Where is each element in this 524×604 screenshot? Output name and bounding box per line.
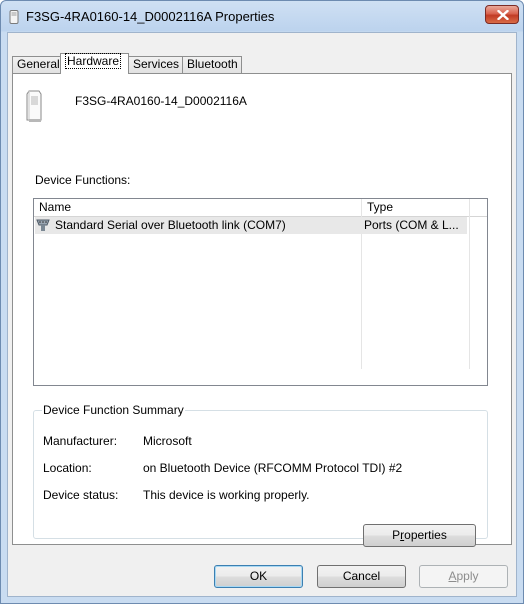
manufacturer-label: Manufacturer:	[43, 434, 118, 448]
row-type: Ports (COM & L...	[364, 218, 459, 232]
properties-text-post: operties	[404, 528, 447, 542]
cancel-button[interactable]: Cancel	[317, 565, 406, 588]
apply-button[interactable]: Apply	[419, 565, 508, 588]
bluetooth-device-icon	[8, 10, 20, 24]
tab-general[interactable]: General	[12, 56, 61, 73]
table-row[interactable]: Standard Serial over Bluetooth link (COM…	[35, 217, 467, 234]
serial-port-icon	[35, 217, 51, 236]
device-name: F3SG-4RA0160-14_D0002116A	[75, 94, 247, 108]
column-header-name[interactable]: Name	[34, 199, 361, 216]
location-label: Location:	[43, 461, 92, 475]
properties-button[interactable]: Properties	[363, 524, 476, 547]
device-function-summary: Device Function Summary Manufacturer: Mi…	[33, 403, 488, 547]
list-header: Name Type	[34, 199, 487, 217]
tab-bluetooth[interactable]: Bluetooth	[182, 56, 242, 73]
apply-text: pply	[456, 569, 479, 583]
device-status-label: Device status:	[43, 488, 119, 502]
device-icon	[25, 89, 43, 126]
close-icon	[497, 10, 509, 20]
tab-hardware[interactable]: Hardware	[60, 53, 129, 74]
tab-services[interactable]: Services	[128, 56, 183, 73]
dialog-client: General Hardware Services Bluetooth F3SG…	[7, 32, 517, 597]
window-title: F3SG-4RA0160-14_D0002116A Properties	[26, 9, 275, 24]
summary-title: Device Function Summary	[42, 403, 185, 417]
column-header-type[interactable]: Type	[361, 199, 469, 216]
device-status-value: This device is working properly.	[143, 488, 310, 502]
properties-text-pre: P	[392, 528, 401, 542]
location-value: on Bluetooth Device (RFCOMM Protocol TDI…	[143, 461, 403, 475]
ok-button[interactable]: OK	[214, 565, 303, 588]
row-name: Standard Serial over Bluetooth link (COM…	[55, 218, 286, 232]
properties-window: F3SG-4RA0160-14_D0002116A Properties Gen…	[0, 0, 524, 604]
hardware-panel: F3SG-4RA0160-14_D0002116A Device Functio…	[12, 73, 512, 547]
column-divider	[469, 199, 470, 369]
tab-hardware-label: Hardware	[65, 53, 122, 69]
manufacturer-value: Microsoft	[143, 434, 192, 448]
title-bar[interactable]: F3SG-4RA0160-14_D0002116A Properties	[1, 1, 523, 32]
column-header-filler	[469, 199, 487, 216]
device-functions-label: Device Functions:	[35, 173, 131, 187]
close-button[interactable]	[485, 5, 519, 24]
apply-mnemonic: A	[448, 569, 457, 583]
device-functions-list[interactable]: Name Type Standard Serial over Bluetooth	[33, 198, 488, 386]
